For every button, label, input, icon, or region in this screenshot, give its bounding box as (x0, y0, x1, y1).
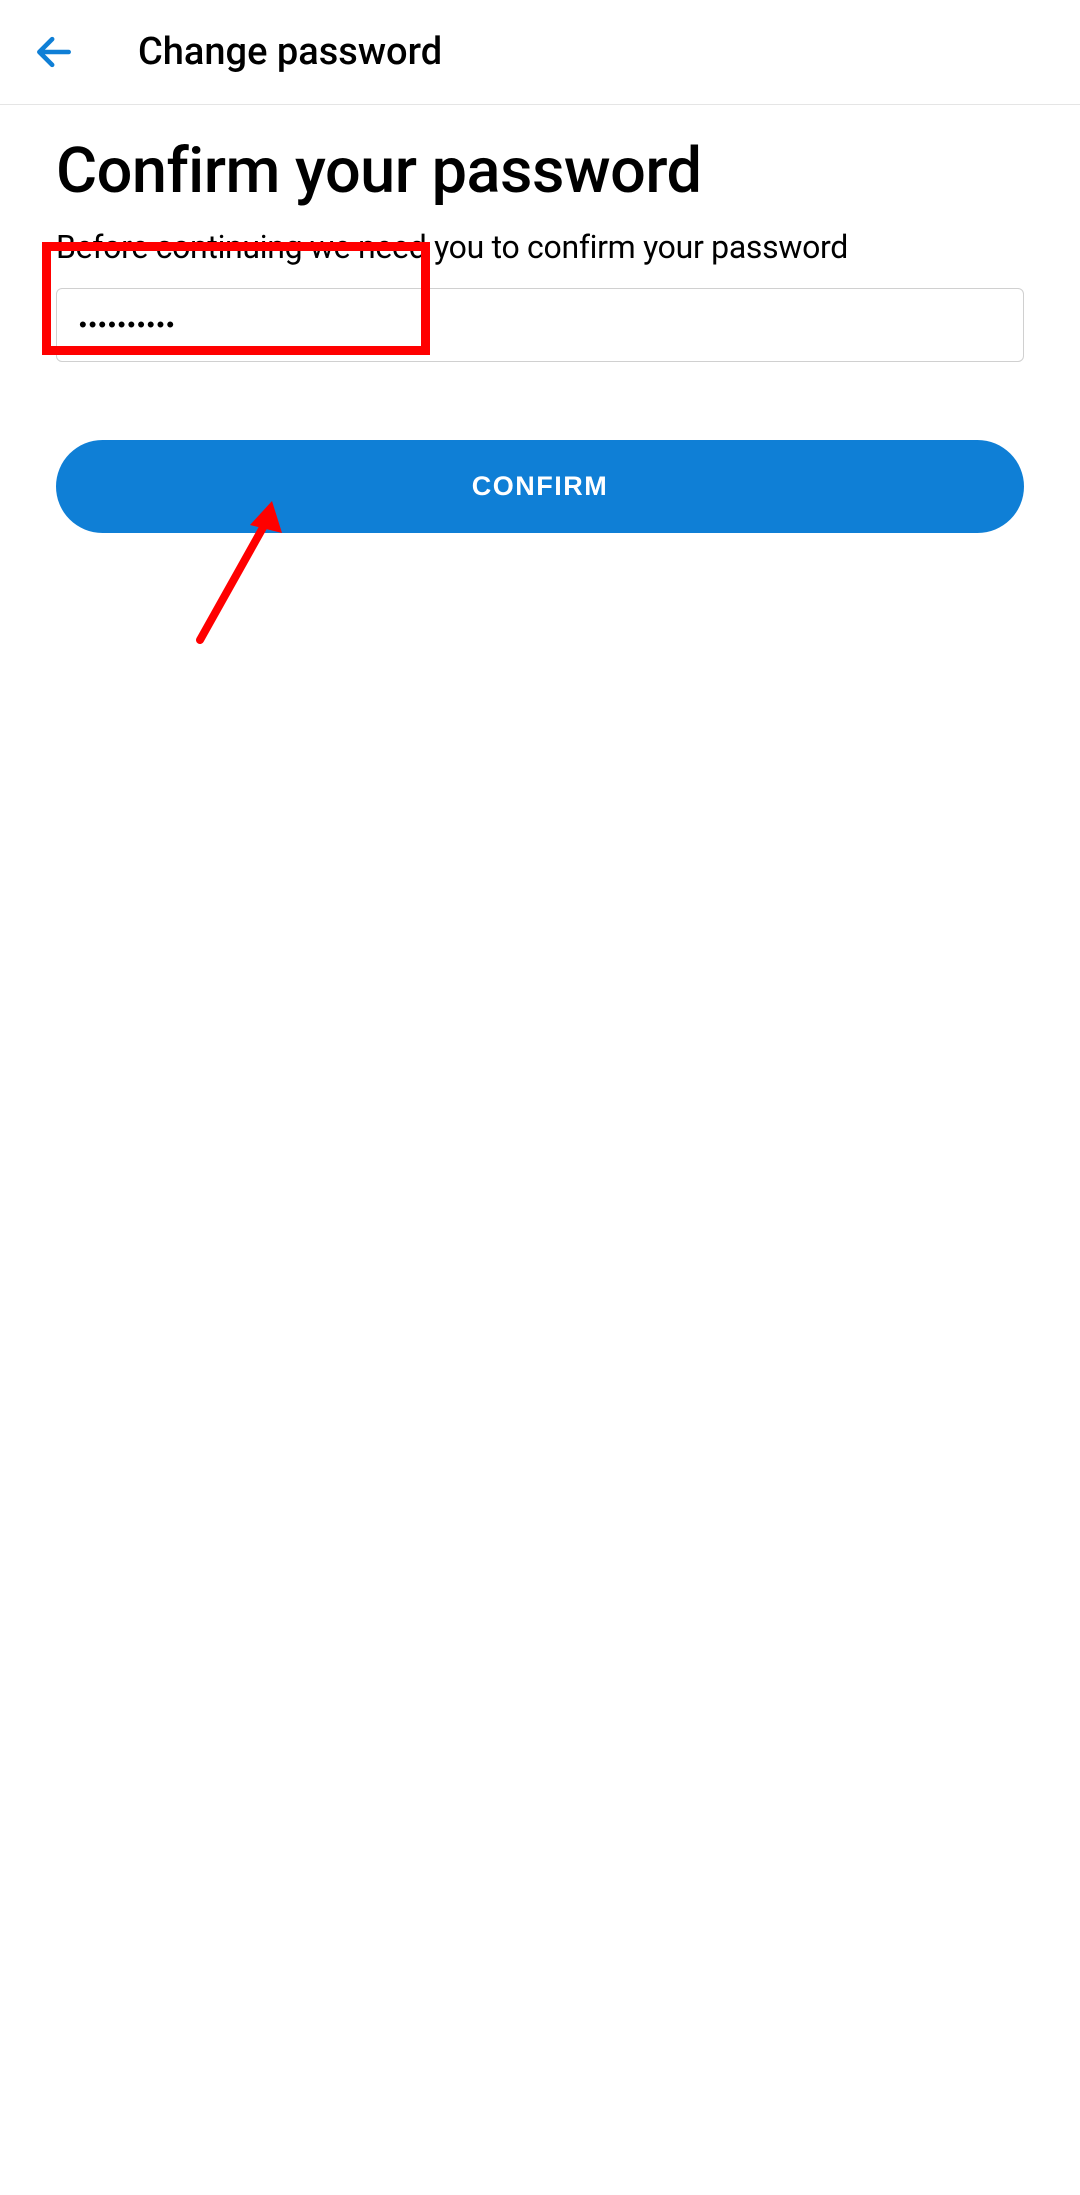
back-arrow-icon[interactable] (32, 30, 76, 74)
instruction-text: Before continuing we need you to confirm… (56, 228, 1024, 266)
confirm-button[interactable]: CONFIRM (56, 440, 1024, 533)
password-field[interactable] (56, 288, 1024, 362)
page-heading: Confirm your password (56, 135, 1024, 208)
main-content: Confirm your password Before continuing … (0, 105, 1080, 533)
header-title: Change password (138, 30, 442, 74)
header: Change password (0, 0, 1080, 105)
